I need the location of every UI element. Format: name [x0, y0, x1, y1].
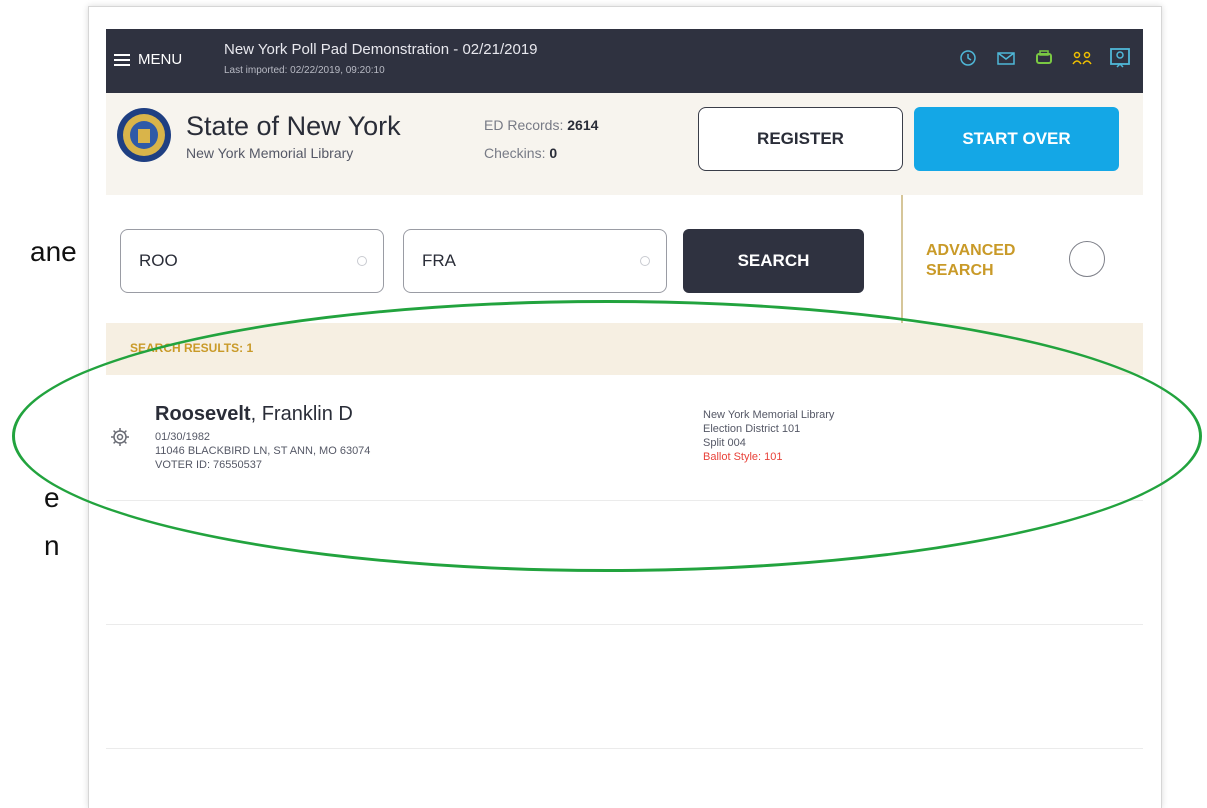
gear-icon[interactable] [110, 427, 130, 447]
chat-icon[interactable] [1109, 47, 1131, 69]
first-name-value: FRA [422, 251, 456, 270]
empty-row [106, 624, 1143, 749]
first-name-field[interactable]: FRA [403, 229, 667, 293]
app-screen: MENU New York Poll Pad Demonstration - 0… [106, 29, 1143, 808]
voter-dob: 01/30/1982 [155, 431, 211, 443]
cut-off-text-1: ane [30, 236, 77, 267]
voter-district: Election District 101 [703, 423, 801, 435]
search-area: ROO FRA SEARCH ADVANCED SEARCH [106, 195, 1143, 323]
header: State of New York New York Memorial Libr… [106, 93, 1143, 196]
search-button[interactable]: SEARCH [683, 229, 864, 293]
register-button[interactable]: REGISTER [698, 107, 903, 171]
results-bar: SEARCH RESULTS: 1 [106, 323, 1143, 375]
cut-off-text-2: e [44, 482, 60, 513]
voter-ballot-style: Ballot Style: 101 [703, 451, 783, 463]
cut-off-text-3: n [44, 530, 60, 561]
voter-location: New York Memorial Library [703, 409, 835, 421]
menu-button[interactable]: MENU [114, 51, 182, 68]
last-imported: Last imported: 02/22/2019, 09:20:10 [224, 65, 385, 76]
clear-icon[interactable] [357, 256, 367, 266]
top-bar: MENU New York Poll Pad Demonstration - 0… [106, 29, 1143, 93]
state-seal-icon [116, 107, 172, 163]
search-results-count: SEARCH RESULTS: 1 [130, 341, 254, 355]
start-over-button[interactable]: START OVER [914, 107, 1119, 171]
voter-split: Split 004 [703, 437, 746, 449]
advanced-search-toggle[interactable] [1069, 241, 1105, 277]
advanced-search-label[interactable]: ADVANCED SEARCH [926, 241, 1015, 281]
menu-label: MENU [138, 51, 183, 68]
last-name-value: ROO [139, 251, 178, 270]
location-name: New York Memorial Library [186, 145, 354, 161]
checkins: Checkins: 0 [484, 145, 557, 161]
last-name-field[interactable]: ROO [120, 229, 384, 293]
ed-records-label: ED Records: [484, 117, 564, 133]
users-icon[interactable] [1071, 47, 1093, 69]
hamburger-icon [114, 53, 130, 66]
advanced-label-line2: SEARCH [926, 262, 994, 279]
empty-row [106, 500, 1143, 625]
ed-records-value: 2614 [567, 117, 599, 133]
checkins-label: Checkins: [484, 145, 546, 161]
voter-id: VOTER ID: 76550537 [155, 459, 263, 471]
list-item[interactable]: Roosevelt, Franklin D 01/30/1982 11046 B… [106, 375, 1143, 501]
status-icons [957, 47, 1131, 69]
voter-first-name: , Franklin D [250, 403, 353, 425]
tablet-frame: MENU New York Poll Pad Demonstration - 0… [88, 6, 1162, 808]
voter-name: Roosevelt, Franklin D [155, 403, 353, 426]
ed-records: ED Records: 2614 [484, 117, 598, 133]
clear-icon[interactable] [640, 256, 650, 266]
voter-last-name: Roosevelt [155, 403, 251, 425]
checkins-value: 0 [549, 145, 558, 161]
voter-address: 11046 BLACKBIRD LN, ST ANN, MO 63074 [155, 445, 371, 457]
history-icon[interactable] [957, 47, 979, 69]
printer-icon[interactable] [1033, 47, 1055, 69]
organization-name: State of New York [186, 111, 401, 141]
vertical-divider [901, 195, 903, 323]
advanced-label-line1: ADVANCED [926, 242, 1016, 259]
mail-icon[interactable] [995, 47, 1017, 69]
app-title: New York Poll Pad Demonstration - 02/21/… [224, 41, 538, 58]
